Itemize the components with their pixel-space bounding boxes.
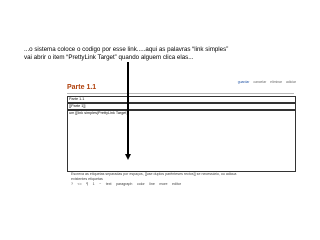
help-line-2: existentes etiquetas xyxy=(71,176,103,181)
format-button-paragraph-mark[interactable]: ¶ xyxy=(86,182,88,186)
editor-toolbar: guardar cancelar eliminar adiciar xyxy=(235,80,296,84)
parent-field[interactable]: [[Parte 1]] xyxy=(67,103,296,110)
title-divider xyxy=(67,93,294,94)
format-button-paragraph[interactable]: paragraph xyxy=(116,182,132,186)
annotation-arrow-line xyxy=(127,62,129,156)
save-link[interactable]: guardar xyxy=(238,80,250,84)
annotation-text: ...o sistema coloce o codigo por esse li… xyxy=(24,46,314,62)
format-button-line[interactable]: line xyxy=(149,182,155,186)
content-textarea[interactable]: um [[link simples|PrettyLink Target]] xyxy=(67,110,296,172)
tiddler-title: Parte 1.1 xyxy=(67,84,97,91)
format-button-more[interactable]: more xyxy=(159,182,167,186)
format-toolbar: ? <= ¶ 1 ~ text paragraph color line mor… xyxy=(71,182,185,186)
annotation-arrow-head-icon xyxy=(124,154,131,160)
format-button-one[interactable]: 1 xyxy=(93,182,95,186)
format-button-editor[interactable]: editor xyxy=(172,182,181,186)
format-button-help[interactable]: ? xyxy=(71,182,73,186)
add-link[interactable]: adiciar xyxy=(286,80,296,84)
delete-link[interactable]: eliminar xyxy=(270,80,282,84)
tiddler-editor: guardar cancelar eliminar adiciar Parte … xyxy=(61,80,298,192)
annotation-line-1: ...o sistema coloce o codigo por esse li… xyxy=(24,46,229,53)
cancel-link[interactable]: cancelar xyxy=(253,80,266,84)
tags-help-text: Escreva as etiquetas separadas por espaç… xyxy=(71,172,291,181)
format-button-tilde[interactable]: ~ xyxy=(99,182,101,186)
format-button-text[interactable]: text xyxy=(106,182,112,186)
content-text: um [[link simples|PrettyLink Target]] xyxy=(69,111,129,115)
format-button-back[interactable]: <= xyxy=(78,182,82,186)
title-field[interactable]: Parte 1.1 xyxy=(67,96,296,103)
format-button-color[interactable]: color xyxy=(137,182,145,186)
annotation-line-2: vai abrir o item “PrettyLink Target” qua… xyxy=(24,54,194,61)
